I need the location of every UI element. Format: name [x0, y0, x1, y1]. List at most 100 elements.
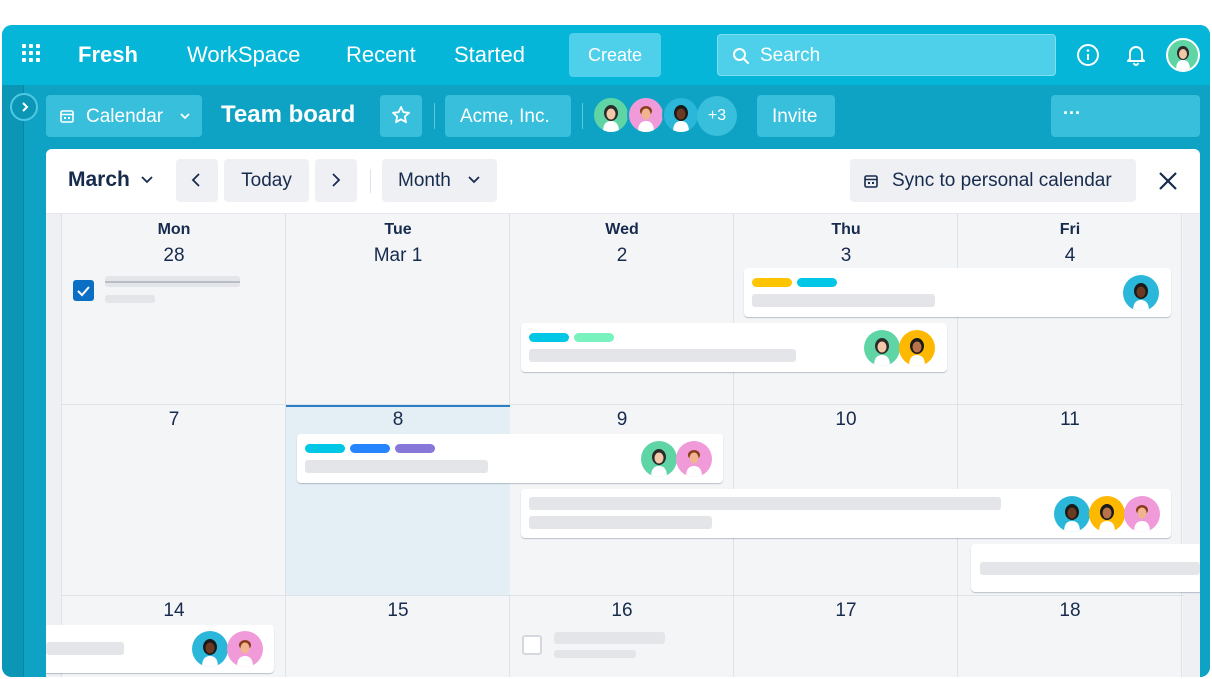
card-title-placeholder — [46, 642, 124, 655]
task-meta-placeholder — [105, 295, 155, 303]
prev-button[interactable] — [176, 159, 218, 202]
view-switcher[interactable]: Calendar — [46, 95, 202, 137]
next-button[interactable] — [315, 159, 357, 202]
task-checkbox[interactable] — [73, 280, 94, 301]
today-button[interactable]: Today — [224, 159, 309, 202]
day-name-tue: Tue — [384, 221, 412, 238]
day-name-fri: Fri — [1059, 221, 1081, 238]
app-window: Fresh WorkSpace Recent Started Create Se… — [2, 25, 1210, 677]
day-name-mon: Mon — [157, 221, 191, 238]
assignee-avatar — [1124, 496, 1160, 532]
label-cyan — [529, 333, 569, 342]
sidebar-collapsed — [2, 85, 24, 677]
member-avatar[interactable] — [592, 96, 630, 134]
search-input[interactable]: Search — [717, 34, 1056, 76]
nav-item-started[interactable]: Started — [454, 42, 525, 68]
event-card[interactable] — [46, 625, 274, 673]
nav-item-recent[interactable]: Recent — [346, 42, 416, 68]
label-cyan — [797, 278, 837, 287]
day-name-thu: Thu — [831, 221, 861, 238]
search-icon — [733, 48, 749, 64]
card-subtitle-placeholder — [529, 516, 712, 529]
member-avatar[interactable] — [662, 96, 700, 134]
app-switcher-icon[interactable] — [22, 44, 42, 64]
view-mode-label: Month — [398, 170, 451, 191]
date-number: 2 — [616, 245, 628, 266]
member-overflow-count[interactable]: +3 — [697, 96, 737, 136]
assignee-avatar — [641, 441, 677, 477]
assignee-avatar — [1123, 275, 1159, 311]
assignee-avatar — [864, 330, 900, 366]
event-card[interactable] — [971, 544, 1200, 592]
strikethrough — [105, 281, 240, 283]
event-card[interactable] — [521, 323, 947, 372]
week-divider — [62, 404, 1184, 405]
calendar-toolbar: March Today Month Sync to personal calen… — [46, 149, 1200, 214]
chevron-down-icon — [468, 176, 480, 184]
task-title-placeholder — [554, 632, 665, 644]
star-button[interactable] — [380, 95, 422, 137]
label-green — [574, 333, 614, 342]
date-number: 7 — [168, 409, 180, 430]
day-name-wed: Wed — [605, 221, 639, 238]
chevron-right-icon — [22, 102, 29, 112]
date-number: 17 — [835, 600, 857, 621]
info-icon[interactable] — [1076, 43, 1100, 67]
check-icon — [77, 286, 90, 297]
view-mode-select[interactable]: Month — [382, 159, 497, 202]
calendar-icon — [60, 110, 74, 123]
date-number: 8 — [392, 409, 404, 430]
user-avatar[interactable] — [1166, 38, 1200, 72]
more-icon: ··· — [1063, 103, 1081, 123]
create-button[interactable]: Create — [569, 33, 661, 77]
assignee-avatar — [1054, 496, 1090, 532]
nav-item-workspace[interactable]: WorkSpace — [187, 42, 300, 68]
date-number: 16 — [611, 600, 633, 621]
month-label: March — [68, 168, 130, 191]
label-cyan — [305, 444, 345, 453]
event-card[interactable] — [521, 489, 1171, 538]
calendar-gutter — [1183, 214, 1200, 677]
member-avatar[interactable] — [627, 96, 665, 134]
assignee-avatar — [899, 330, 935, 366]
bell-icon[interactable] — [1124, 42, 1148, 68]
assignee-avatar — [192, 631, 228, 667]
invite-button[interactable]: Invite — [757, 95, 835, 137]
assignee-avatar — [676, 441, 712, 477]
calendar-gutter — [46, 214, 62, 677]
workspace-button[interactable]: Acme, Inc. — [445, 95, 571, 137]
assignee-avatar — [1089, 496, 1125, 532]
more-options-button[interactable]: ··· — [1051, 95, 1200, 137]
task-meta-placeholder — [554, 650, 636, 658]
task-checkbox[interactable] — [522, 635, 542, 655]
board-title[interactable]: Team board — [221, 101, 355, 129]
date-number: 11 — [1060, 409, 1080, 430]
label-purple — [395, 444, 435, 453]
chevron-down-icon — [141, 176, 153, 184]
star-icon — [392, 106, 410, 124]
divider — [370, 169, 371, 193]
date-number: 9 — [616, 409, 628, 430]
date-number: 10 — [835, 409, 857, 430]
chevron-left-icon — [191, 173, 200, 187]
card-title-placeholder — [980, 562, 1200, 575]
close-icon[interactable] — [1157, 170, 1179, 192]
brand-logo[interactable]: Fresh — [78, 42, 138, 68]
calendar-panel: March Today Month Sync to personal calen… — [46, 149, 1200, 677]
sync-calendar-label: Sync to personal calendar — [892, 170, 1112, 191]
date-number: 18 — [1059, 600, 1081, 621]
sync-calendar-button[interactable]: Sync to personal calendar — [850, 159, 1136, 202]
month-selector[interactable]: March — [68, 168, 153, 192]
chevron-right-icon — [332, 173, 341, 187]
divider — [582, 103, 583, 129]
expand-sidebar-button[interactable] — [10, 93, 38, 121]
card-title-placeholder — [752, 294, 935, 307]
label-blue — [350, 444, 390, 453]
chevron-down-icon — [180, 113, 190, 120]
label-yellow — [752, 278, 792, 287]
event-card[interactable] — [744, 268, 1171, 317]
event-card[interactable] — [297, 434, 723, 483]
search-placeholder: Search — [760, 45, 821, 66]
card-title-placeholder — [529, 497, 1001, 510]
top-nav: Fresh WorkSpace Recent Started Create Se… — [2, 25, 1210, 85]
